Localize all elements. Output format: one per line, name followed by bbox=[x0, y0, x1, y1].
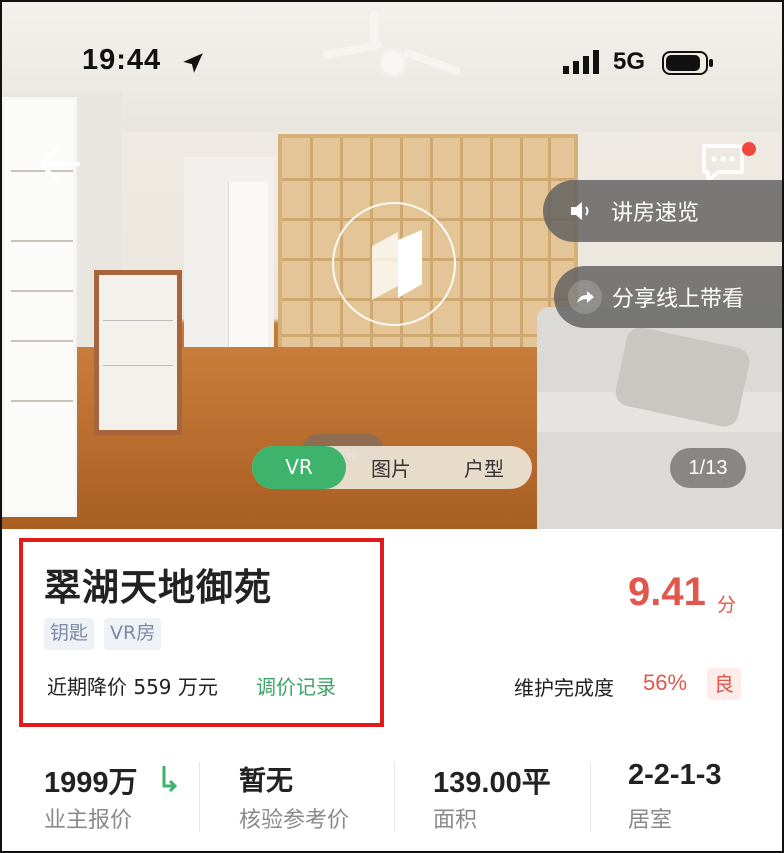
app-screen: 19:44 5G 讲房速览 分享线上带看 VR 图片 户型 1/13 翠湖天地御… bbox=[0, 0, 784, 853]
maintenance-label: 维护完成度 bbox=[514, 676, 614, 700]
speaker-icon bbox=[571, 202, 589, 220]
back-arrow-icon[interactable] bbox=[36, 145, 80, 183]
stat-area-value: 139.00平 bbox=[433, 767, 551, 799]
stat-rooms-value: 2-2-1-3 bbox=[628, 759, 722, 791]
score-value: 9.41 bbox=[628, 570, 706, 614]
location-arrow-icon bbox=[183, 53, 203, 73]
status-time: 19:44 bbox=[82, 44, 162, 76]
stat-rooms-label: 居室 bbox=[628, 808, 673, 833]
photo-counter: 1/13 bbox=[670, 448, 746, 488]
stat-owner-price-value: 1999万 bbox=[44, 767, 138, 799]
score-unit: 分 bbox=[717, 594, 737, 616]
battery-icon bbox=[662, 51, 713, 75]
property-title: 翠湖天地御苑 bbox=[44, 566, 272, 609]
notification-dot bbox=[742, 142, 756, 156]
share-tour-button[interactable]: 分享线上带看 bbox=[554, 266, 782, 328]
tab-vr[interactable]: VR bbox=[252, 446, 346, 489]
stat-owner-price-label: 业主报价 bbox=[44, 808, 133, 833]
tag-key: 钥匙 bbox=[44, 618, 95, 650]
tag-vr: VR房 bbox=[104, 618, 162, 650]
price-history-link[interactable]: 调价记录 bbox=[256, 671, 336, 700]
signal-icon bbox=[563, 50, 599, 74]
price-down-icon bbox=[162, 766, 178, 792]
stat-area-label: 面积 bbox=[433, 808, 478, 833]
maintenance-value: 56% bbox=[643, 670, 688, 695]
tab-floor-plan[interactable]: 户型 bbox=[436, 453, 532, 482]
quick-tour-label: 讲房速览 bbox=[611, 201, 700, 226]
share-tour-label: 分享线上带看 bbox=[612, 287, 745, 312]
share-arrow-icon bbox=[577, 291, 594, 303]
maintenance-grade: 良 bbox=[707, 668, 741, 700]
vr-cube-icon bbox=[372, 230, 422, 300]
stat-ref-price-label: 核验参考价 bbox=[239, 808, 350, 833]
tab-photos[interactable]: 图片 bbox=[346, 453, 436, 482]
network-label: 5G bbox=[613, 48, 646, 75]
stat-ref-price-value: 暂无 bbox=[239, 766, 293, 797]
media-tab-bar: VR 图片 户型 bbox=[252, 446, 532, 489]
vr-play-button[interactable] bbox=[332, 202, 456, 326]
quick-tour-button[interactable]: 讲房速览 bbox=[543, 180, 782, 242]
price-drop-text: 近期降价 559 万元 bbox=[47, 675, 218, 699]
message-icon[interactable] bbox=[700, 142, 746, 184]
